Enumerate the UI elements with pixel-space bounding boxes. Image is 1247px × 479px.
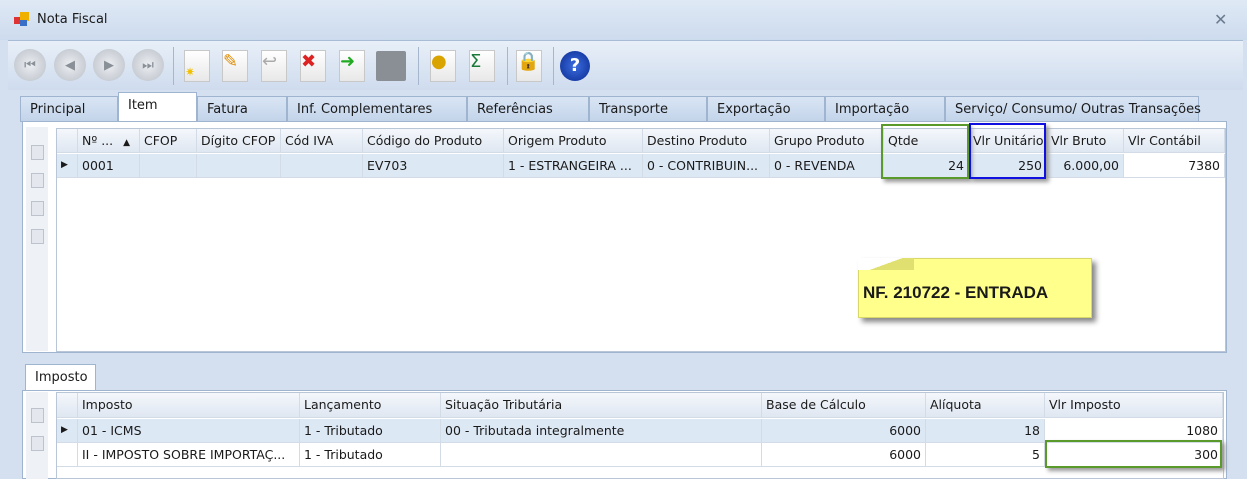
- tab-inf-complementares[interactable]: Inf. Complementares: [287, 96, 467, 122]
- financial-button[interactable]: ●: [426, 49, 460, 83]
- delete-icon: ✖: [300, 50, 326, 82]
- cell-vlr-imposto[interactable]: 1080: [1045, 419, 1223, 442]
- close-button[interactable]: ✕: [1214, 10, 1227, 29]
- col-grupo-produto[interactable]: Grupo Produto: [770, 129, 884, 152]
- insert-item-icon[interactable]: [31, 173, 44, 188]
- delete-tax-icon[interactable]: [31, 436, 44, 451]
- col-cfop[interactable]: CFOP: [140, 129, 197, 152]
- table-row[interactable]: ▶ 0001 EV703 1 - ESTRANGEIRA ... 0 - CON…: [57, 154, 1225, 178]
- col-digito-cfop[interactable]: Dígito CFOP: [197, 129, 281, 152]
- cell-destino-produto[interactable]: 0 - CONTRIBUIN...: [643, 154, 770, 177]
- tab-item[interactable]: Item: [118, 92, 197, 122]
- cell-base-calculo[interactable]: 6000: [762, 419, 926, 442]
- save-icon: [376, 51, 406, 81]
- first-record-button[interactable]: ⏮: [14, 49, 46, 81]
- cell-vlr-bruto[interactable]: 6.000,00: [1047, 154, 1124, 177]
- sigma-icon: Σ: [469, 50, 495, 82]
- tax-grid-header: Imposto Lançamento Situação Tributária B…: [57, 393, 1223, 418]
- tab-importacao[interactable]: Importação: [825, 96, 945, 122]
- help-button[interactable]: ?: [558, 49, 592, 83]
- undo-button[interactable]: ↩: [257, 49, 291, 83]
- col-vlr-contabil[interactable]: Vlr Contábil: [1124, 129, 1225, 152]
- cell-imposto[interactable]: 01 - ICMS: [78, 419, 300, 442]
- new-button[interactable]: ✷: [180, 49, 214, 83]
- tab-referencias[interactable]: Referências: [467, 96, 589, 122]
- totals-button[interactable]: Σ: [465, 49, 499, 83]
- cell-lancamento[interactable]: 1 - Tributado: [300, 419, 441, 442]
- col-vlr-bruto[interactable]: Vlr Bruto: [1047, 129, 1124, 152]
- cell-situacao[interactable]: 00 - Tributada integralmente: [441, 419, 762, 442]
- cell-imposto[interactable]: II - IMPOSTO SOBRE IMPORTAÇ...: [78, 443, 300, 466]
- cell-codigo-produto[interactable]: EV703: [363, 154, 504, 177]
- col-vlr-imposto[interactable]: Vlr Imposto: [1045, 393, 1223, 417]
- tax-side-toolbar: [26, 392, 48, 479]
- toolbar: ⏮ ◀ ▶ ⏭ ✷ ✎ ↩ ✖ ➜ ● Σ 🔒 ?: [8, 40, 1243, 90]
- items-grid: Nº ... ▲ CFOP Dígito CFOP Cód IVA Código…: [56, 128, 1226, 352]
- sort-asc-icon: ▲: [123, 138, 131, 148]
- col-origem-produto[interactable]: Origem Produto: [504, 129, 643, 152]
- col-aliquota[interactable]: Alíquota: [926, 393, 1045, 417]
- cell-digito-cfop[interactable]: [197, 154, 281, 177]
- confirm-button[interactable]: ➜: [335, 49, 369, 83]
- col-numero[interactable]: Nº ... ▲: [78, 129, 140, 152]
- items-grid-header: Nº ... ▲ CFOP Dígito CFOP Cód IVA Código…: [57, 129, 1225, 153]
- qtde-highlight: [881, 124, 969, 179]
- app-icon: [14, 12, 30, 26]
- delete-button[interactable]: ✖: [296, 49, 330, 83]
- cell-cod-iva[interactable]: [281, 154, 363, 177]
- row-indicator-icon: ▶: [57, 154, 78, 177]
- tab-fatura[interactable]: Fatura: [197, 96, 287, 122]
- cell-numero[interactable]: 0001: [78, 154, 140, 177]
- col-codigo-produto[interactable]: Código do Produto: [363, 129, 504, 152]
- coins-icon: ●: [430, 50, 456, 82]
- lock-icon: 🔒: [516, 50, 542, 82]
- cell-cfop[interactable]: [140, 154, 197, 177]
- next-record-button[interactable]: ▶: [93, 49, 125, 81]
- tab-transporte[interactable]: Transporte: [589, 96, 707, 122]
- col-lancamento[interactable]: Lançamento: [300, 393, 441, 417]
- tab-servico-consumo[interactable]: Serviço/ Consumo/ Outras Transações: [945, 96, 1201, 122]
- edit-button[interactable]: ✎: [218, 49, 252, 83]
- insert-tax-icon[interactable]: [31, 408, 44, 423]
- col-imposto[interactable]: Imposto: [78, 393, 300, 417]
- col-destino-produto[interactable]: Destino Produto: [643, 129, 770, 152]
- edit-item-icon[interactable]: [31, 201, 44, 216]
- cell-origem-produto[interactable]: 1 - ESTRANGEIRA ...: [504, 154, 643, 177]
- note-fold: [858, 258, 914, 270]
- cell-aliquota[interactable]: 18: [926, 419, 1045, 442]
- window-title: Nota Fiscal: [37, 12, 108, 27]
- cell-lancamento[interactable]: 1 - Tributado: [300, 443, 441, 466]
- vlr-imposto-highlight: [1045, 440, 1222, 468]
- vlr-unitario-highlight: [969, 123, 1046, 179]
- col-base-calculo[interactable]: Base de Cálculo: [762, 393, 926, 417]
- cell-aliquota[interactable]: 5: [926, 443, 1045, 466]
- cell-grupo-produto[interactable]: 0 - REVENDA: [770, 154, 884, 177]
- lock-button[interactable]: 🔒: [512, 49, 546, 83]
- previous-record-button[interactable]: ◀: [54, 49, 86, 81]
- row-indicator-icon: ▶: [57, 419, 78, 442]
- pencil-icon: ✎: [222, 50, 248, 82]
- undo-icon: ↩: [261, 50, 287, 82]
- cell-vlr-contabil[interactable]: 7380: [1124, 154, 1225, 177]
- items-side-toolbar: [26, 127, 48, 351]
- col-cod-iva[interactable]: Cód IVA: [281, 129, 363, 152]
- cell-situacao[interactable]: [441, 443, 762, 466]
- save-button[interactable]: [374, 49, 408, 83]
- add-item-icon[interactable]: [31, 145, 44, 160]
- tab-principal[interactable]: Principal: [20, 96, 118, 122]
- tab-imposto[interactable]: Imposto: [25, 364, 96, 391]
- last-record-button[interactable]: ⏭: [132, 49, 164, 81]
- tab-exportacao[interactable]: Exportação: [707, 96, 825, 122]
- arrow-right-icon: ➜: [339, 50, 365, 82]
- col-situacao-tributaria[interactable]: Situação Tributária: [441, 393, 762, 417]
- delete-item-icon[interactable]: [31, 229, 44, 244]
- cell-base-calculo[interactable]: 6000: [762, 443, 926, 466]
- title-bar: Nota Fiscal ✕: [0, 0, 1247, 40]
- help-icon: ?: [560, 51, 590, 81]
- new-document-icon: ✷: [184, 50, 210, 82]
